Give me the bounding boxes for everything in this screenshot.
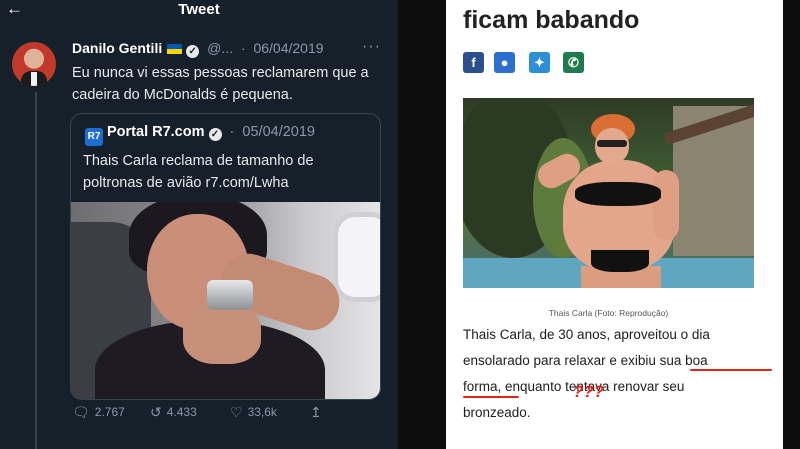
quoted-tweet-text: Thais Carla reclama de tamanho de poltro… xyxy=(83,153,314,191)
verified-badge-icon: ✓ xyxy=(208,128,222,141)
article-panel: ficam babando f ● ✦ ✆ Thais Carla (Foto:… xyxy=(404,0,800,449)
quoted-tweet-photo[interactable] xyxy=(71,202,380,399)
quoted-author-name[interactable]: Portal R7.com xyxy=(107,124,205,140)
underlined-text: forma xyxy=(463,379,498,394)
author-row: Danilo Gentili ✓ @... · 06/04/2019 xyxy=(72,40,324,58)
body-line: Thais Carla, de 30 anos, aproveitou o di… xyxy=(463,327,710,342)
tweet-panel: ← Tweet Danilo Gentili ✓ @... · 06/04/201… xyxy=(0,0,398,449)
thread-line xyxy=(35,92,37,449)
facebook-icon[interactable]: f xyxy=(463,52,484,73)
author-handle[interactable]: @... xyxy=(207,40,233,56)
ukraine-flag-icon xyxy=(167,44,183,54)
article-card: ficam babando f ● ✦ ✆ Thais Carla (Foto:… xyxy=(446,0,783,449)
quoted-tweet-date[interactable]: 05/04/2019 xyxy=(242,124,315,140)
author-name[interactable]: Danilo Gentili xyxy=(72,40,162,56)
whatsapp-icon[interactable]: ✆ xyxy=(563,52,584,73)
avatar[interactable] xyxy=(12,42,56,86)
retweet-button[interactable]: ↺ 4.433 xyxy=(150,404,197,421)
retweet-count: 4.433 xyxy=(166,405,197,419)
article-photo xyxy=(463,98,754,288)
share-button[interactable]: ↥ xyxy=(310,404,327,421)
reply-button[interactable]: 🗨 2.767 xyxy=(72,404,125,421)
quoted-author-row: R7 Portal R7.com ✓ · 05/04/2019 xyxy=(85,124,315,146)
tweet-date[interactable]: 06/04/2019 xyxy=(253,40,323,56)
twitter-icon[interactable]: ✦ xyxy=(529,52,550,73)
red-underline xyxy=(690,369,772,371)
retweet-icon: ↺ xyxy=(150,404,162,420)
body-line: bronzeado. xyxy=(463,405,531,420)
reply-count: 2.767 xyxy=(94,405,125,419)
share-icon: ↥ xyxy=(310,404,322,420)
like-count: 33,6k xyxy=(247,405,277,419)
like-button[interactable]: ♡ 33,6k xyxy=(230,404,277,421)
more-options-icon[interactable]: ··· xyxy=(362,38,381,56)
article-body: Thais Carla, de 30 anos, aproveitou o di… xyxy=(463,322,768,426)
messenger-icon[interactable]: ● xyxy=(494,52,515,73)
heart-icon: ♡ xyxy=(230,404,243,420)
r7-logo-icon: R7 xyxy=(85,128,103,146)
photo-caption: Thais Carla (Foto: Reprodução) xyxy=(548,308,669,318)
tweet-text: Eu nunca vi essas pessoas reclamarem que… xyxy=(72,65,369,103)
reply-icon: 🗨 xyxy=(72,404,90,420)
red-underline xyxy=(463,396,519,398)
article-title: ficam babando xyxy=(463,6,640,34)
tweet-header: ← Tweet xyxy=(0,0,398,22)
verified-badge-icon: ✓ xyxy=(186,45,200,58)
page-title: Tweet xyxy=(178,1,220,18)
question-marks-annotation: ??? xyxy=(573,382,605,401)
underlined-text: sua boa xyxy=(659,353,708,368)
quoted-tweet[interactable]: R7 Portal R7.com ✓ · 05/04/2019 Thais Carl… xyxy=(70,113,381,400)
